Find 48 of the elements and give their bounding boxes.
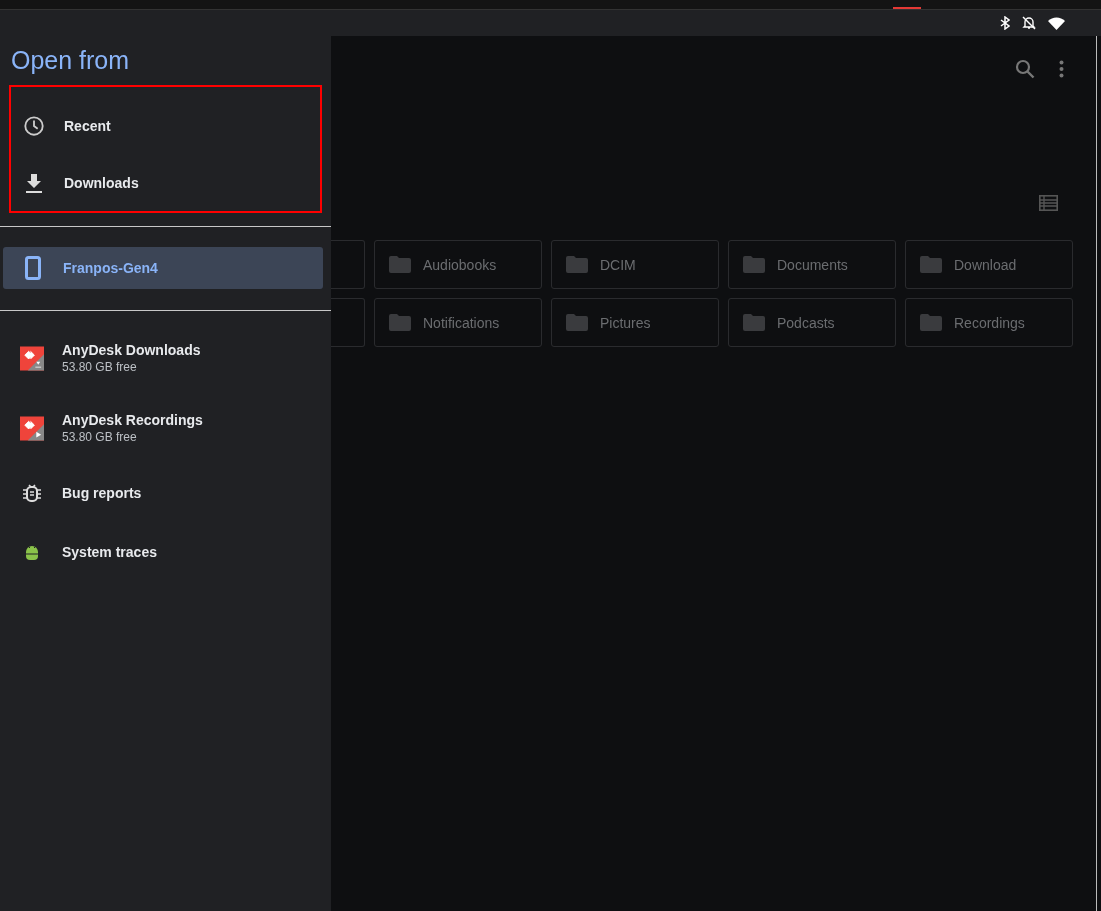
free-space: 53.80 GB free — [62, 360, 138, 374]
item-label: AnyDesk Downloads — [62, 342, 201, 358]
item-label: Recent — [64, 117, 111, 134]
folder-icon — [389, 256, 411, 273]
folder-tile[interactable]: Podcasts — [728, 298, 896, 347]
item-label: Franpos-Gen4 — [63, 260, 158, 276]
app-download-icon — [20, 345, 44, 371]
folder-tile[interactable]: Download — [905, 240, 1073, 289]
folder-icon — [743, 314, 765, 331]
drawer-item[interactable]: Downloads — [11, 154, 320, 211]
bell-off-icon — [1022, 16, 1036, 30]
list-view-icon[interactable] — [1039, 194, 1058, 211]
tablet-icon — [25, 256, 41, 280]
tab-indicator — [893, 7, 921, 9]
folder-tile[interactable] — [331, 240, 365, 289]
item-label: Bug reports — [62, 484, 142, 501]
folder-tile[interactable]: Pictures — [551, 298, 719, 347]
folder-tile[interactable]: Recordings — [905, 298, 1073, 347]
folder-icon — [920, 314, 942, 331]
drawer-item[interactable]: AnyDesk Downloads 53.80 GB free — [0, 323, 331, 393]
bug-icon — [22, 482, 42, 503]
folder-icon — [743, 256, 765, 273]
download-icon — [25, 172, 43, 193]
drawer-item[interactable]: Franpos-Gen4 — [3, 247, 323, 289]
drawer-item[interactable]: System traces — [0, 522, 331, 581]
drawer-item[interactable]: AnyDesk Recordings 53.80 GB free — [0, 393, 331, 463]
folder-tile[interactable]: Audiobooks — [374, 240, 542, 289]
more-options-icon[interactable] — [1059, 60, 1064, 78]
folder-icon — [566, 256, 588, 273]
free-space: 53.80 GB free — [62, 430, 138, 444]
folder-tile[interactable]: Notifications — [374, 298, 542, 347]
folder-icon — [920, 256, 942, 273]
drawer-item[interactable]: Recent — [11, 97, 320, 154]
app-play-icon — [20, 415, 44, 441]
folder-icon — [566, 314, 588, 331]
drawer-item[interactable]: Bug reports — [0, 463, 331, 522]
folder-tile[interactable]: Documents — [728, 240, 896, 289]
wifi-icon — [1048, 16, 1065, 30]
item-label: System traces — [62, 543, 157, 560]
folder-tile[interactable] — [331, 298, 365, 347]
clock-icon — [23, 114, 45, 137]
folder-tile[interactable]: DCIM — [551, 240, 719, 289]
bluetooth-icon — [1000, 16, 1010, 30]
folder-icon — [389, 314, 411, 331]
drawer-title: Open from — [10, 45, 131, 76]
item-label: AnyDesk Recordings — [62, 412, 203, 428]
search-icon[interactable] — [1015, 59, 1035, 79]
item-label: Downloads — [64, 174, 139, 191]
